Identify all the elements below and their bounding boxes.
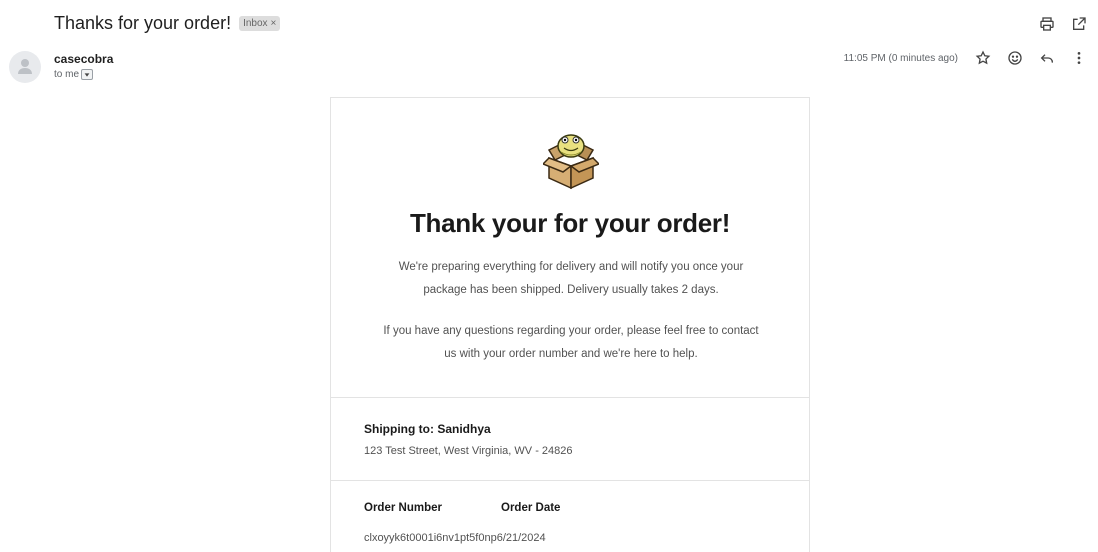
order-number-label: Order Number [364, 502, 442, 514]
open-in-new-window-icon[interactable] [1070, 15, 1088, 33]
order-date-value: 6/21/2024 [496, 532, 546, 544]
emoji-reaction-icon[interactable] [1006, 49, 1024, 67]
order-values-row: clxoyyk6t0001i6nv1pt5f0np 6/21/2024 [364, 532, 546, 544]
chevron-down-icon[interactable] [81, 69, 94, 80]
order-date-label: Order Date [501, 502, 561, 514]
print-icon[interactable] [1038, 15, 1056, 33]
reply-icon[interactable] [1038, 49, 1056, 67]
delivery-info-paragraph: We're preparing everything for delivery … [398, 261, 744, 296]
sender-name[interactable]: casecobra [54, 52, 113, 66]
divider [331, 397, 809, 398]
recipient-text: to me [54, 69, 80, 80]
shipping-address: 123 Test Street, West Virginia, WV - 248… [364, 445, 573, 457]
shipping-title: Shipping to: Sanidhya [364, 422, 491, 436]
inbox-label-chip[interactable]: Inbox × [239, 16, 281, 31]
more-vert-icon[interactable] [1070, 49, 1088, 67]
snake-in-box-logo [541, 128, 601, 190]
support-info-paragraph: If you have any questions regarding your… [383, 325, 759, 360]
email-body-card: Thank your for your order! We're prepari… [330, 97, 810, 552]
recipient-row: to me [54, 69, 94, 80]
sender-avatar[interactable] [9, 51, 41, 83]
message-actions [974, 49, 1088, 67]
star-icon[interactable] [974, 49, 992, 67]
inbox-label-text: Inbox [243, 18, 268, 29]
email-subject: Thanks for your order! [54, 13, 232, 33]
order-number-value: clxoyyk6t0001i6nv1pt5f0np [364, 532, 497, 544]
email-subject-row: Thanks for your order! Inbox × [54, 13, 281, 34]
divider [331, 480, 809, 481]
remove-label-icon[interactable]: × [271, 18, 277, 29]
timestamp: 11:05 PM (0 minutes ago) [843, 52, 958, 64]
message-meta: 11:05 PM (0 minutes ago) [844, 49, 1088, 67]
thank-you-heading: Thank your for your order! [409, 208, 731, 238]
top-actions [1038, 15, 1088, 33]
